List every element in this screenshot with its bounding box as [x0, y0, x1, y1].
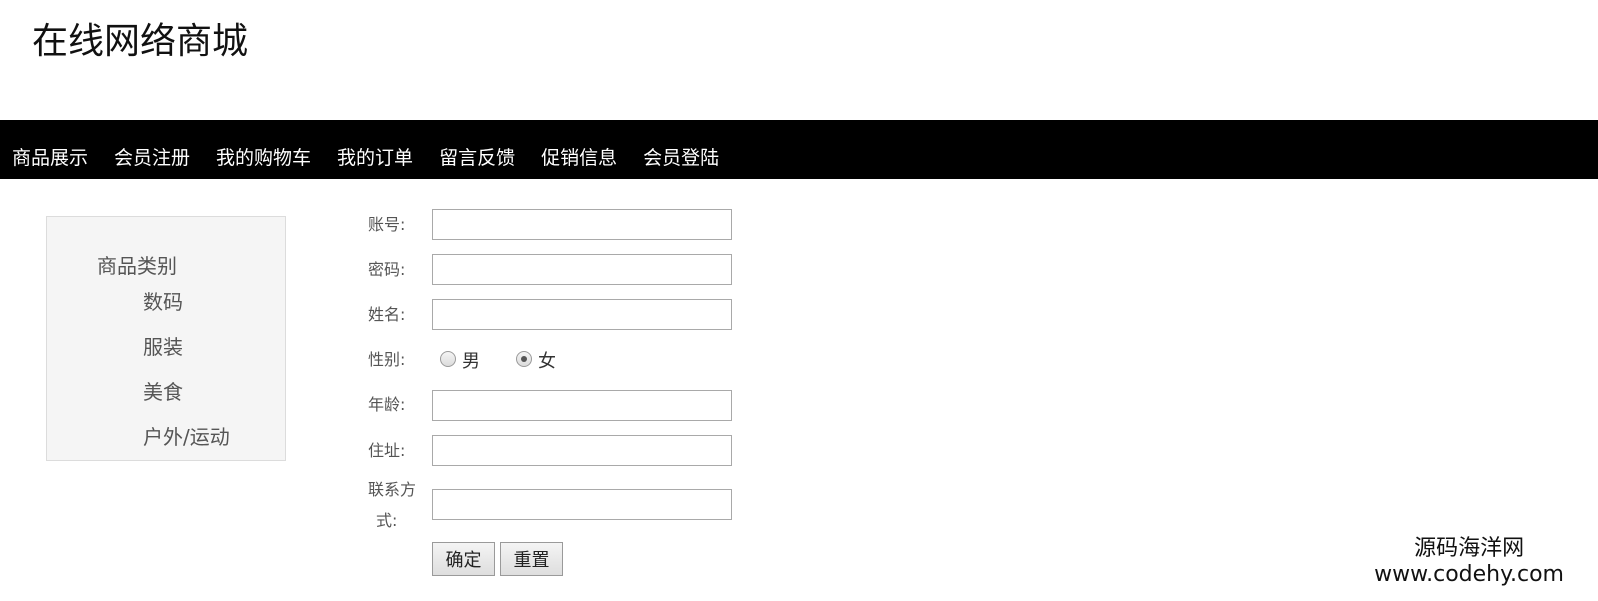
nav-item-login[interactable]: 会员登陆: [643, 146, 719, 170]
main-navbar: 商品展示 会员注册 我的购物车 我的订单 留言反馈 促销信息 会员登陆: [0, 120, 1598, 179]
gender-female-label: 女: [538, 351, 556, 372]
category-item-outdoor[interactable]: 户外/运动: [143, 424, 230, 469]
nav-item-feedback[interactable]: 留言反馈: [439, 146, 515, 170]
watermark-url: www.codehy.com: [1374, 562, 1564, 587]
name-label: 姓名:: [368, 305, 406, 324]
age-input[interactable]: [432, 390, 732, 421]
password-input[interactable]: [432, 254, 732, 285]
site-title: 在线网络商城: [32, 21, 249, 62]
nav-item-products[interactable]: 商品展示: [12, 146, 88, 170]
submit-button[interactable]: 确定: [432, 542, 495, 576]
category-list: 数码 服装 美食 户外/运动: [143, 289, 230, 469]
nav-item-cart[interactable]: 我的购物车: [216, 146, 311, 170]
page: 在线网络商城 商品展示 会员注册 我的购物车 我的订单 留言反馈 促销信息 会员…: [0, 0, 1598, 601]
gender-option-male[interactable]: 男: [440, 347, 480, 372]
nav-item-promotions[interactable]: 促销信息: [541, 146, 617, 170]
contact-label-line1: 联系方: [368, 480, 417, 499]
category-sidebar: 商品类别 数码 服装 美食 户外/运动: [46, 216, 286, 461]
name-input[interactable]: [432, 299, 732, 330]
category-item-food[interactable]: 美食: [143, 379, 230, 424]
address-input[interactable]: [432, 435, 732, 466]
sidebar-title: 商品类别: [97, 254, 177, 278]
contact-input[interactable]: [432, 489, 732, 520]
contact-label-line2: 式:: [376, 511, 398, 530]
gender-female-radio[interactable]: [516, 351, 532, 367]
watermark: 源码海洋网 www.codehy.com: [1374, 536, 1564, 588]
nav-list: 商品展示 会员注册 我的购物车 我的订单 留言反馈 促销信息 会员登陆: [12, 146, 745, 170]
reset-button[interactable]: 重置: [500, 542, 563, 576]
address-label: 住址:: [368, 441, 406, 460]
gender-male-label: 男: [462, 351, 480, 372]
account-input[interactable]: [432, 209, 732, 240]
gender-label: 性别:: [368, 350, 406, 369]
gender-radio-group: 男 女: [440, 347, 592, 372]
nav-item-orders[interactable]: 我的订单: [337, 146, 413, 170]
gender-male-radio[interactable]: [440, 351, 456, 367]
category-item-digital[interactable]: 数码: [143, 289, 230, 334]
watermark-name: 源码海洋网: [1414, 536, 1525, 561]
password-label: 密码:: [368, 260, 406, 279]
nav-item-register[interactable]: 会员注册: [114, 146, 190, 170]
gender-option-female[interactable]: 女: [516, 347, 556, 372]
category-item-clothing[interactable]: 服装: [143, 334, 230, 379]
account-label: 账号:: [368, 215, 406, 234]
age-label: 年龄:: [368, 395, 406, 414]
